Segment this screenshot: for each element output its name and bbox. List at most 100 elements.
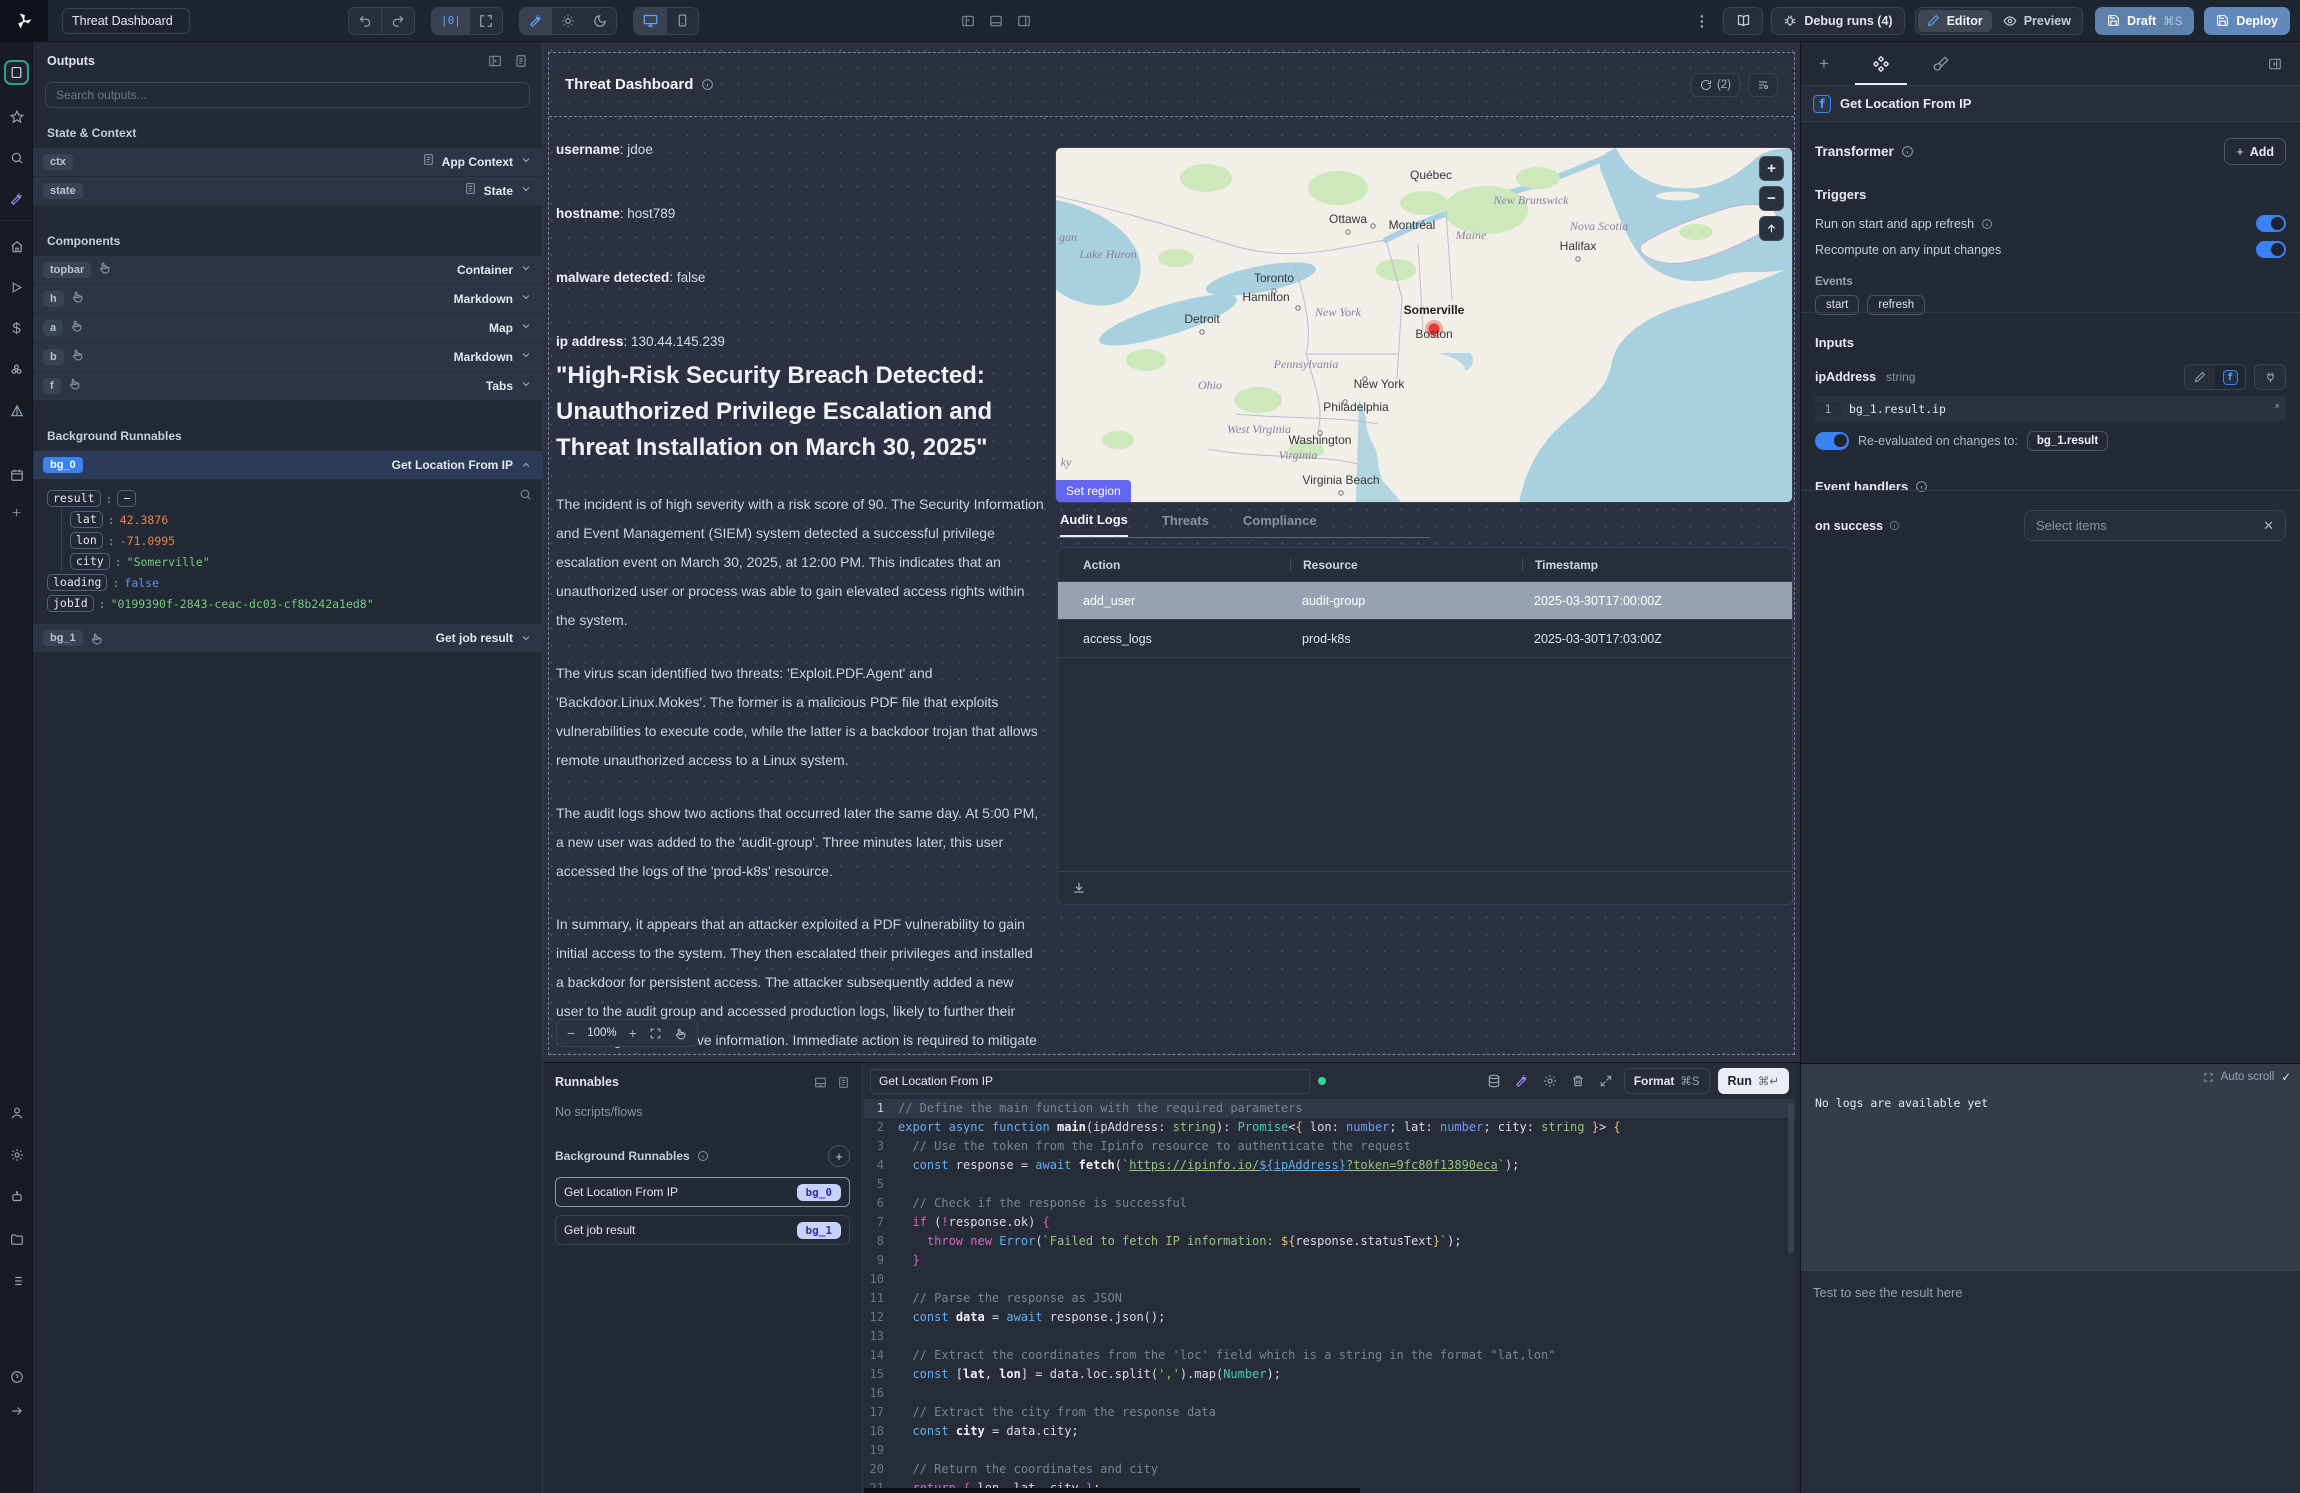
light-mode-icon[interactable] <box>552 8 584 34</box>
user-icon[interactable] <box>4 1100 29 1125</box>
map-component[interactable]: QuébecOttawaMontréalNew BrunswickNova Sc… <box>1055 147 1793 503</box>
collapse-node-icon[interactable]: − <box>117 490 136 507</box>
add-runnable-button[interactable]: + <box>828 1145 850 1167</box>
collapse-outputs-icon[interactable] <box>488 54 502 68</box>
col-action[interactable]: Action <box>1058 558 1290 572</box>
expand-editor-icon[interactable] <box>1596 1074 1616 1088</box>
script-settings-icon[interactable] <box>1540 1074 1560 1088</box>
download-icon[interactable] <box>1072 881 1086 895</box>
chevron-down-icon[interactable] <box>520 348 532 366</box>
chevron-down-icon[interactable] <box>520 261 532 279</box>
add-transformer-button[interactable]: +Add <box>2224 138 2286 165</box>
output-row-h[interactable]: h Markdown <box>33 285 542 314</box>
folder-icon[interactable] <box>4 1226 29 1251</box>
code-line-17[interactable]: 17 // Extract the city from the response… <box>864 1403 1795 1422</box>
recompute-toggle[interactable] <box>2256 241 2286 258</box>
chevron-down-icon[interactable] <box>520 182 532 200</box>
table-row[interactable]: add_user audit-group 2025-03-30T17:00:00… <box>1058 582 1792 620</box>
map-zoom-out-button[interactable]: − <box>1759 186 1784 211</box>
code-line-10[interactable]: 10 <box>864 1270 1795 1289</box>
runnables-doc-icon[interactable] <box>837 1076 850 1089</box>
code-line-9[interactable]: 9 } <box>864 1251 1795 1270</box>
code-line-7[interactable]: 7 if (!response.ok) { <box>864 1213 1795 1232</box>
runnable-item-bg_0[interactable]: Get Location From IPbg_0 <box>555 1177 850 1207</box>
map-zoom-in-button[interactable]: + <box>1759 156 1784 181</box>
expr-mode-icon[interactable]: f <box>2215 365 2245 389</box>
settings-gear-icon[interactable] <box>4 1142 29 1167</box>
bounds-icon[interactable]: |0| <box>432 8 470 34</box>
code-line-18[interactable]: 18 const city = data.city; <box>864 1422 1795 1441</box>
code-line-6[interactable]: 6 // Check if the response is successful <box>864 1194 1795 1213</box>
output-row-topbar[interactable]: topbar Container <box>33 256 542 285</box>
json-node-lon[interactable]: lon: -71.0995 <box>61 530 528 551</box>
kebab-menu-icon[interactable]: ⋮ <box>1680 12 1723 30</box>
run-on-start-toggle[interactable] <box>2256 215 2286 232</box>
app-refresh-button[interactable]: (2) <box>1691 73 1740 97</box>
input-expression-editor[interactable]: 1 bg_1.result.ip <box>1815 396 2286 421</box>
app-topbar-component[interactable]: Threat Dashboard (2) <box>549 53 1794 117</box>
json-node-city[interactable]: city: "Somerville" <box>61 551 528 572</box>
workspace-list-icon[interactable] <box>4 1268 29 1293</box>
editor-hscrollbar[interactable] <box>864 1488 1360 1493</box>
fit-view-icon[interactable] <box>649 1027 662 1040</box>
json-node-jobId[interactable]: jobId: "0199390f-2843-ceac-dc03-cf8b242a… <box>47 593 528 614</box>
code-line-11[interactable]: 11 // Parse the response as JSON <box>864 1289 1795 1308</box>
json-node-lat[interactable]: lat: 42.3876 <box>61 509 528 530</box>
col-timestamp[interactable]: Timestamp <box>1522 558 1772 572</box>
favorites-star-icon[interactable] <box>4 104 29 129</box>
draft-button[interactable]: Draft⌘S <box>2095 7 2194 35</box>
toggle-right-panel-icon[interactable] <box>1017 14 1031 28</box>
auto-scroll-check[interactable]: ✓ <box>2281 1070 2291 1084</box>
app-editor-icon[interactable] <box>4 60 29 85</box>
ai-assistant-icon[interactable] <box>4 186 29 211</box>
code-line-1[interactable]: 1// Define the main function with the re… <box>864 1099 1795 1118</box>
chevron-down-icon[interactable] <box>520 632 532 644</box>
search-icon[interactable] <box>4 145 29 170</box>
plug-icon[interactable] <box>2255 365 2285 389</box>
app-jobs-button[interactable] <box>1748 73 1778 97</box>
output-row-b[interactable]: b Markdown <box>33 343 542 372</box>
markdown-report-component[interactable]: "High-Risk Security Breach Detected: Una… <box>556 358 1044 1084</box>
tab-compliance[interactable]: Compliance <box>1243 513 1317 536</box>
code-line-5[interactable]: 5 <box>864 1175 1795 1194</box>
app-title-input[interactable]: Threat Dashboard <box>62 8 190 34</box>
chevron-up-icon[interactable] <box>520 459 532 471</box>
col-resource[interactable]: Resource <box>1290 558 1522 572</box>
code-line-13[interactable]: 13 <box>864 1327 1795 1346</box>
runnable-item-bg_1[interactable]: Get job resultbg_1 <box>555 1215 850 1245</box>
insert-component-tab[interactable]: + <box>1819 54 1829 74</box>
output-row-f[interactable]: f Tabs <box>33 372 542 401</box>
delete-script-icon[interactable] <box>1568 1074 1588 1088</box>
collapse-runnables-icon[interactable] <box>814 1076 827 1089</box>
code-line-14[interactable]: 14 // Extract the coordinates from the '… <box>864 1346 1795 1365</box>
docs-book-icon[interactable] <box>1723 7 1763 35</box>
code-line-2[interactable]: 2export async function main(ipAddress: s… <box>864 1118 1795 1137</box>
expand-expr-icon[interactable] <box>2269 403 2280 414</box>
undo-icon[interactable] <box>349 8 381 34</box>
json-node-loading[interactable]: loading: false <box>47 572 528 593</box>
tab-audit-logs[interactable]: Audit Logs <box>1060 512 1128 537</box>
style-brush-tab[interactable] <box>1933 56 1949 72</box>
toggle-left-panel-icon[interactable] <box>961 14 975 28</box>
editor-scrollbar[interactable] <box>1788 1103 1794 1253</box>
calendar-icon[interactable] <box>4 462 29 487</box>
toggle-bottom-panel-icon[interactable] <box>989 14 1003 28</box>
code-line-3[interactable]: 3 // Use the token from the Ipinfo resou… <box>864 1137 1795 1156</box>
run-button[interactable]: Run⌘↵ <box>1718 1068 1789 1094</box>
zoom-out-icon[interactable]: − <box>567 1025 575 1041</box>
chevron-down-icon[interactable] <box>520 377 532 395</box>
variables-icon[interactable]: $ <box>4 316 29 341</box>
code-line-15[interactable]: 15 const [lat, lon] = data.loc.split(','… <box>864 1365 1795 1384</box>
chevron-down-icon[interactable] <box>520 290 532 308</box>
reeval-dependency-chip[interactable]: bg_1.result <box>2027 431 2108 451</box>
resources-icon[interactable] <box>4 357 29 382</box>
desktop-view-icon[interactable] <box>634 8 667 34</box>
reeval-toggle[interactable] <box>1815 432 1849 450</box>
dark-mode-icon[interactable] <box>584 8 616 34</box>
info-icon[interactable] <box>701 78 714 91</box>
expand-logs-icon[interactable] <box>2203 1072 2214 1083</box>
collapse-rail-icon[interactable] <box>4 1398 29 1423</box>
code-area[interactable]: 1// Define the main function with the re… <box>864 1099 1795 1493</box>
output-row-state[interactable]: state State <box>33 177 542 206</box>
map-locate-button[interactable] <box>1759 216 1784 241</box>
